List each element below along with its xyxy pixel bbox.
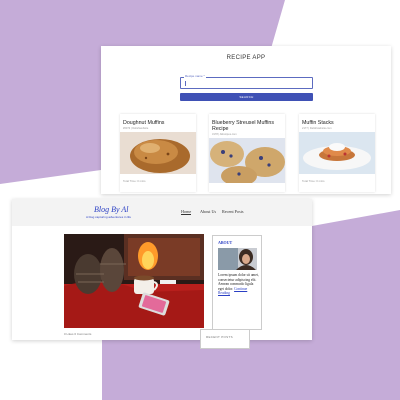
blog-tagline: A blog capturing adventures in life bbox=[86, 215, 132, 219]
widget-title: RECENT POSTS bbox=[206, 335, 233, 339]
recipe-search-label: Recipe name * bbox=[184, 74, 206, 78]
blog-hero-image[interactable] bbox=[64, 234, 204, 328]
about-text: Lorem ipsum dolor sit amet, consectetur … bbox=[218, 273, 260, 296]
muffin-stack-photo bbox=[299, 132, 375, 174]
recipe-card-title: Muffin Stacks bbox=[302, 120, 334, 126]
nav-recent-posts[interactable]: Recent Posts bbox=[222, 209, 244, 214]
recipe-app-title: RECIPE APP bbox=[226, 55, 266, 61]
recipe-search-input[interactable]: Recipe name * bbox=[180, 74, 313, 89]
recipe-card-subtitle: 2177 | Delishwebsite.com bbox=[302, 127, 332, 130]
blog-header: Blog By Al A blog capturing adventures i… bbox=[12, 199, 312, 226]
recipe-card-subtitle: #6073 | Delishwebsite bbox=[123, 127, 149, 130]
recipe-card-doughnut-muffins[interactable]: Doughnut Muffins #6073 | Delishwebsite T… bbox=[120, 114, 196, 192]
recipe-app-window: RECIPE APP Recipe name * SEARCH Doughnut… bbox=[101, 46, 391, 194]
recipe-card-blueberry-streusel-muffins[interactable]: Blueberry Streusel Muffins Recipe 3178 |… bbox=[209, 114, 285, 192]
muffin-photo bbox=[120, 132, 196, 174]
recipe-card-title: Blueberry Streusel Muffins Recipe bbox=[212, 120, 275, 132]
post-meta: 0 Likes 0 Comments bbox=[64, 332, 92, 336]
nav-about-us[interactable]: About Us bbox=[200, 209, 216, 214]
recipe-card-footer: Total Time: 0 mins bbox=[302, 179, 325, 183]
recipe-card-subtitle: 3178 | Allrecipes.com bbox=[212, 133, 237, 136]
about-title: ABOUT bbox=[218, 240, 233, 245]
recipe-card-footer: Total Time: 0 mins bbox=[123, 179, 146, 183]
author-photo bbox=[218, 248, 257, 270]
recipe-card-muffin-stacks[interactable]: Muffin Stacks 2177 | Delishwebsite.com T… bbox=[299, 114, 375, 192]
blog-title[interactable]: Blog By Al bbox=[94, 205, 129, 214]
recipe-card-title: Doughnut Muffins bbox=[123, 120, 165, 126]
screenshot-stage: RECIPE APP Recipe name * SEARCH Doughnut… bbox=[0, 0, 400, 400]
search-button[interactable]: SEARCH bbox=[180, 93, 313, 101]
blueberry-muffin-photo bbox=[209, 138, 285, 183]
about-widget: ABOUT Lorem ipsum dolor sit amet, consec… bbox=[212, 235, 262, 330]
blog-window: Blog By Al A blog capturing adventures i… bbox=[12, 199, 312, 340]
nav-home[interactable]: Home bbox=[181, 209, 192, 215]
sidebar-widget-second: RECENT POSTS bbox=[200, 329, 250, 349]
text-caret bbox=[185, 81, 186, 86]
